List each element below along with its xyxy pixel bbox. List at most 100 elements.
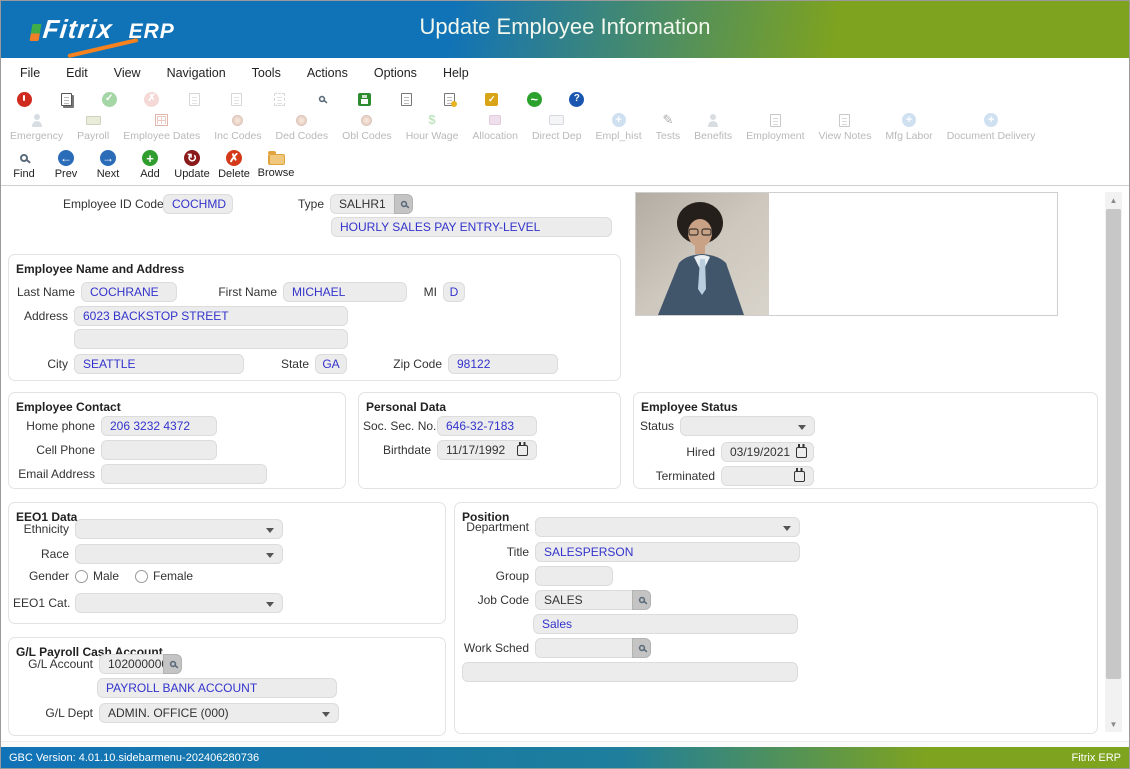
email-field[interactable]	[101, 464, 267, 484]
find-button[interactable]: Find	[3, 147, 45, 180]
card-icon	[549, 112, 564, 128]
status-ok-icon[interactable]	[513, 92, 556, 107]
mi-field[interactable]: D	[443, 282, 465, 302]
module-ded-codes[interactable]: Ded Codes	[269, 111, 336, 142]
birthdate-field[interactable]: 11/17/1992	[437, 440, 537, 460]
gl-account-field[interactable]: 102000000	[99, 654, 163, 674]
department-dropdown[interactable]	[535, 517, 800, 537]
module-benefits[interactable]: Benefits	[687, 111, 739, 142]
ethnicity-dropdown[interactable]	[75, 519, 283, 539]
terminated-field[interactable]	[721, 466, 814, 486]
module-obl-codes[interactable]: Obl Codes	[335, 111, 399, 142]
menu-options[interactable]: Options	[361, 66, 430, 80]
calendar-icon[interactable]	[517, 445, 528, 456]
paste-icon[interactable]	[216, 93, 259, 106]
task-check-icon[interactable]	[471, 93, 514, 106]
employee-id-field[interactable]: COCHMD	[163, 194, 233, 214]
save-icon[interactable]	[343, 93, 386, 106]
work-sched-lookup-button[interactable]	[632, 638, 651, 658]
module-mfg-labor[interactable]: Mfg Labor	[878, 111, 939, 142]
type-field[interactable]: SALHR1	[330, 194, 394, 214]
attachment-icon[interactable]	[386, 93, 429, 106]
state-field[interactable]: GA	[315, 354, 347, 374]
menu-tools[interactable]: Tools	[239, 66, 294, 80]
zip-label: Zip Code	[391, 357, 442, 371]
zip-field[interactable]: 98122	[448, 354, 558, 374]
print-icon[interactable]	[46, 93, 89, 106]
last-name-field[interactable]: COCHRANE	[81, 282, 177, 302]
next-button[interactable]: Next	[87, 147, 129, 180]
type-lookup-button[interactable]	[394, 194, 413, 214]
scrollbar-thumb[interactable]	[1106, 209, 1121, 679]
module-view-notes[interactable]: View Notes	[811, 111, 878, 142]
scroll-down-icon[interactable]	[1105, 716, 1122, 732]
help-icon[interactable]	[556, 92, 599, 107]
menu-bar: File Edit View Navigation Tools Actions …	[1, 58, 1129, 87]
module-hour-wage[interactable]: Hour Wage	[399, 111, 466, 142]
job-code-field[interactable]: SALES	[535, 590, 632, 610]
employee-photo-box	[635, 192, 1058, 316]
birthdate-label: Birthdate	[363, 443, 431, 457]
coins-icon	[296, 112, 307, 128]
menu-view[interactable]: View	[101, 66, 154, 80]
group-field[interactable]	[535, 566, 613, 586]
module-direct-dep[interactable]: Direct Dep	[525, 111, 589, 142]
menu-actions[interactable]: Actions	[294, 66, 361, 80]
gender-label: Gender	[13, 569, 69, 583]
menu-edit[interactable]: Edit	[53, 66, 101, 80]
module-empl-hist[interactable]: Empl_hist	[589, 111, 649, 142]
add-button[interactable]: Add	[129, 147, 171, 180]
calendar-icon[interactable]	[796, 447, 807, 458]
update-button[interactable]: Update	[171, 147, 213, 180]
module-inc-codes[interactable]: Inc Codes	[207, 111, 268, 142]
mi-label: MI	[419, 285, 437, 299]
preview-icon[interactable]	[258, 93, 301, 106]
gl-account-lookup-button[interactable]	[163, 654, 182, 674]
work-sched-field[interactable]	[535, 638, 632, 658]
module-toolbar: Emergency Payroll Employee Dates Inc Cod…	[1, 111, 1129, 147]
job-code-description-field: Sales	[533, 614, 798, 634]
module-tests[interactable]: Tests	[649, 111, 688, 142]
vertical-scrollbar[interactable]	[1105, 192, 1122, 732]
title-field[interactable]: SALESPERSON	[535, 542, 800, 562]
module-payroll[interactable]: Payroll	[70, 111, 116, 142]
module-allocation[interactable]: Allocation	[465, 111, 525, 142]
menu-help[interactable]: Help	[430, 66, 482, 80]
gl-dept-dropdown[interactable]: ADMIN. OFFICE (000)	[99, 703, 339, 723]
find-zoom-icon[interactable]	[301, 95, 344, 103]
power-exit-icon[interactable]	[3, 92, 46, 107]
menu-navigation[interactable]: Navigation	[154, 66, 239, 80]
pencil-icon	[662, 112, 673, 128]
module-employee-dates[interactable]: Employee Dates	[116, 111, 207, 142]
address2-field[interactable]	[74, 329, 348, 349]
hired-field[interactable]: 03/19/2021	[721, 442, 814, 462]
calendar-icon[interactable]	[794, 471, 805, 482]
module-emergency[interactable]: Emergency	[3, 111, 70, 142]
address-field[interactable]: 6023 BACKSTOP STREET	[74, 306, 348, 326]
gender-female-radio[interactable]	[135, 570, 148, 583]
delete-button[interactable]: Delete	[213, 147, 255, 180]
work-sched-description-field	[462, 662, 798, 682]
status-dropdown[interactable]	[680, 416, 815, 436]
race-dropdown[interactable]	[75, 544, 283, 564]
ssn-field[interactable]: 646-32-7183	[437, 416, 537, 436]
scroll-up-icon[interactable]	[1105, 192, 1122, 208]
first-name-field[interactable]: MICHAEL	[283, 282, 407, 302]
menu-file[interactable]: File	[7, 66, 53, 80]
race-label: Race	[13, 547, 69, 561]
module-employment[interactable]: Employment	[739, 111, 811, 142]
module-document-delivery[interactable]: Document Delivery	[940, 111, 1043, 142]
permissions-icon[interactable]	[428, 93, 471, 106]
browse-button[interactable]: Browse	[255, 147, 297, 179]
gl-account-description-field: PAYROLL BANK ACCOUNT	[97, 678, 337, 698]
prev-button[interactable]: Prev	[45, 147, 87, 180]
city-field[interactable]: SEATTLE	[74, 354, 244, 374]
home-phone-field[interactable]: 206 3232 4372	[101, 416, 217, 436]
eeo1-cat-dropdown[interactable]	[75, 593, 283, 613]
cancel-icon[interactable]	[131, 92, 174, 107]
copy-icon[interactable]	[173, 93, 216, 106]
cell-phone-field[interactable]	[101, 440, 217, 460]
accept-icon[interactable]	[88, 92, 131, 107]
job-code-lookup-button[interactable]	[632, 590, 651, 610]
gender-male-radio[interactable]	[75, 570, 88, 583]
